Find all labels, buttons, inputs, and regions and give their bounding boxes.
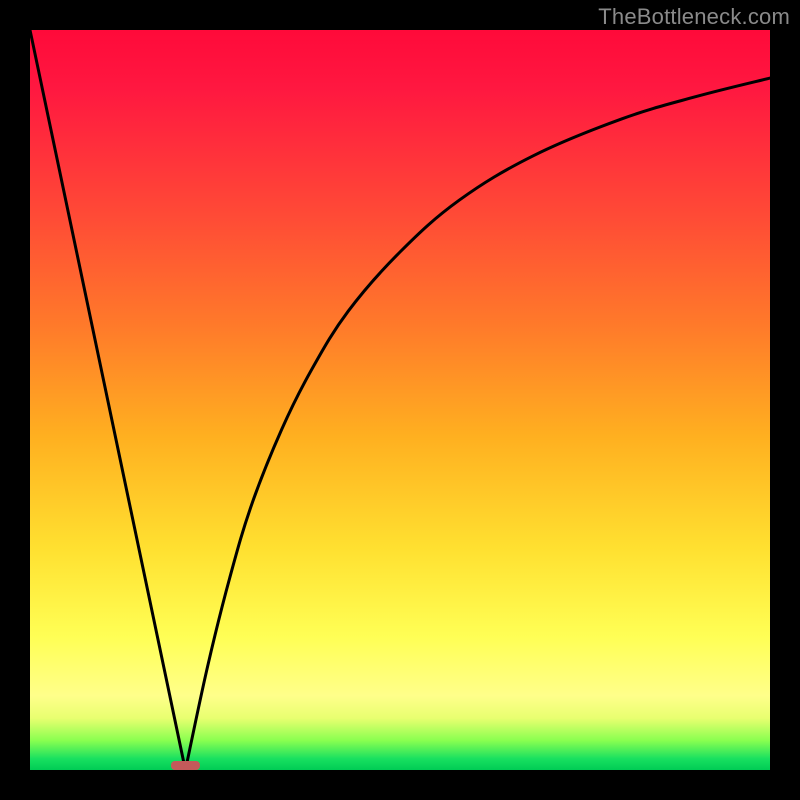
plot-area: [30, 30, 770, 770]
chart-frame: TheBottleneck.com: [0, 0, 800, 800]
optimum-notch: [171, 761, 201, 770]
watermark-text: TheBottleneck.com: [598, 4, 790, 30]
curve-path: [30, 30, 770, 770]
bottleneck-curve: [30, 30, 770, 770]
